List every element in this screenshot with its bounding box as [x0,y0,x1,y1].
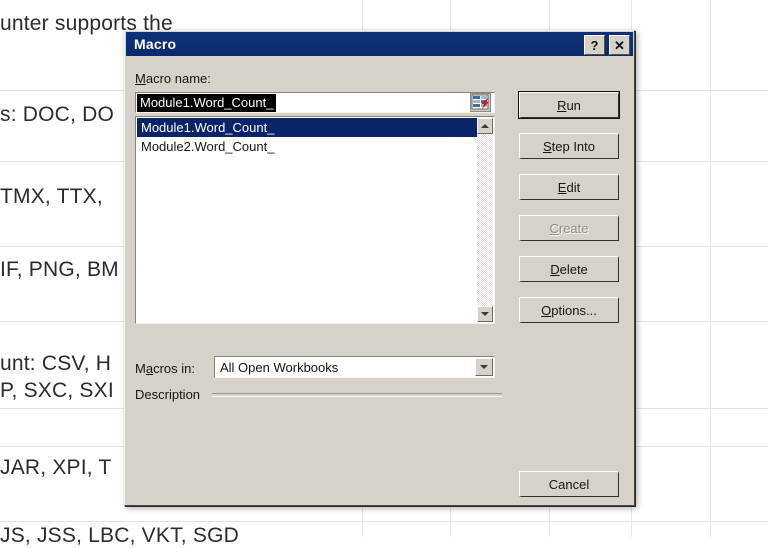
dialog-titlebar[interactable]: Macro ? ✕ [126,32,633,56]
step-into-button[interactable]: Step Into [519,133,619,159]
macros-in-dropdown-button[interactable] [475,358,493,376]
cell-text: TMX, TTX, [0,185,103,208]
step-into-label: tep Into [551,138,596,154]
macro-name-label-accel: M [135,71,146,86]
run-label: un [566,97,581,113]
macro-list-item[interactable]: Module1.Word_Count_ [137,118,479,137]
cell-text: unt: CSV, H [0,352,112,375]
macro-sheet-icon-glyph [471,94,489,110]
edit-label: dit [566,179,581,195]
create-accel: C [549,220,559,236]
cell-text: s: DOC, DO [0,103,115,126]
macro-list-scrollbar[interactable] [477,118,493,322]
cell-text: P, SXC, SXI [0,379,114,402]
chevron-up-icon [481,124,489,128]
macros-in-label-post: cros in: [153,361,195,376]
close-button[interactable]: ✕ [609,35,630,55]
macros-in-select[interactable]: All Open Workbooks [214,356,495,378]
create-button: Create [519,215,619,241]
titlebar-buttons: ? ✕ [584,35,630,55]
scroll-down-button[interactable] [477,306,493,322]
cell-text: JS, JSS, LBC, VKT, SGD [0,524,239,547]
description-divider [212,393,502,397]
macro-list[interactable]: Module1.Word_Count_ Module2.Word_Count_ [135,116,495,324]
macros-in-label-accel: a [145,361,154,376]
scrollbar-track[interactable] [477,134,493,306]
step-into-accel: S [542,138,552,154]
chevron-down-icon [480,365,488,369]
macro-sheet-icon[interactable] [470,93,491,112]
macro-list-item[interactable]: Module2.Word_Count_ [137,137,479,156]
macro-name-label: Macro name: [135,71,211,86]
run-accel: R [557,97,567,113]
cell-text: IF, PNG, BM [0,258,119,281]
cancel-button[interactable]: Cancel [519,471,619,497]
options-label: ptions... [551,302,597,318]
dialog-title: Macro [134,36,177,52]
macro-name-value: Module1.Word_Count_ [137,93,277,112]
delete-accel: D [550,261,560,277]
grid-col-line [710,0,711,537]
options-accel: O [541,302,552,318]
macros-in-label-pre: M [135,361,146,376]
help-button[interactable]: ? [584,35,605,55]
macro-name-label-rest: acro name: [145,71,211,86]
edit-accel: E [557,179,567,195]
create-label: reate [558,220,589,236]
macros-in-label: Macros in: [135,361,195,376]
cell-text: JAR, XPI, T [0,456,112,479]
run-button[interactable]: Run [519,92,619,118]
grid-row-line [0,521,768,522]
edit-button[interactable]: Edit [519,174,619,200]
scroll-up-button[interactable] [477,118,493,134]
macros-in-value: All Open Workbooks [220,359,339,375]
dialog-body: Macro name: Module1.Word_Count_ Module1.… [126,56,633,504]
description-label: Description [135,387,201,402]
macro-name-input[interactable]: Module1.Word_Count_ [135,92,495,113]
macro-dialog: Macro ? ✕ Macro name: Module1.Word_Count… [124,30,635,506]
options-button[interactable]: Options... [519,297,619,323]
delete-label: elete [559,261,588,277]
delete-button[interactable]: Delete [519,256,619,282]
chevron-down-icon [481,312,489,316]
